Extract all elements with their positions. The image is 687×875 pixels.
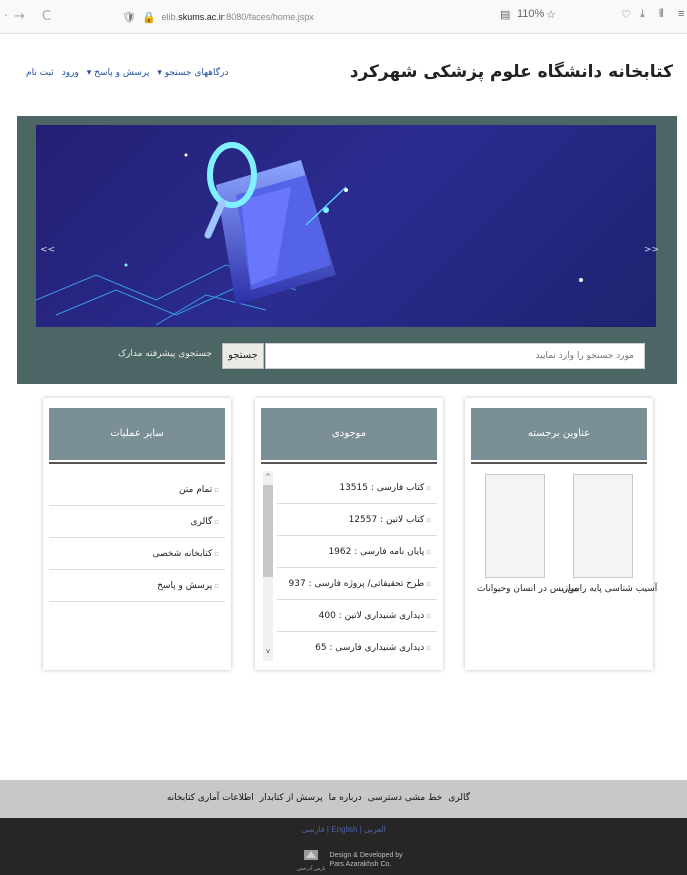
- inventory-scrollbar[interactable]: ^ v: [263, 471, 273, 661]
- bullet-icon: ▫: [214, 518, 219, 526]
- bullet-icon: ▫: [214, 486, 219, 494]
- bullet-icon: ▫: [426, 548, 431, 556]
- nav-qa[interactable]: پرسش و پاسخ ▾: [87, 68, 150, 78]
- panel-divider: [261, 462, 437, 464]
- inventory-item[interactable]: ▫پایان نامه فارسی : 1962: [277, 536, 437, 568]
- other-ops-panel: سایر عملیات ▫تمام متن ▫گالری ▫کتابخانه ش…: [43, 398, 231, 670]
- chevron-up-icon[interactable]: ^: [263, 473, 273, 481]
- bullet-icon: ▫: [426, 484, 431, 492]
- credit-line-1: Design & Developed by: [329, 852, 403, 859]
- chevron-down-icon[interactable]: v: [263, 647, 273, 655]
- panel-divider: [471, 462, 647, 464]
- advanced-search-link[interactable]: جستجوی پیشرفته مدارک: [118, 349, 212, 359]
- nav-register[interactable]: ثبت نام: [26, 68, 54, 78]
- star-icon[interactable]: ☆: [546, 8, 556, 21]
- pars-azarakhsh-logo-icon: [304, 850, 319, 860]
- library-icon[interactable]: ⫴: [659, 8, 664, 21]
- browser-toolbar: · → C 🛡 🔒 elib.skums.ac.ir:8080/faces/ho…: [0, 0, 687, 34]
- panel-divider: [49, 462, 225, 464]
- reader-icon[interactable]: ▤: [500, 8, 510, 21]
- url-host: skums.ac.ir: [178, 12, 224, 22]
- inventory-item-label: کتاب لاتین : 12557: [348, 515, 425, 525]
- bullet-icon: ▫: [214, 582, 219, 590]
- logo-text: پارس آذرخش: [297, 866, 326, 872]
- footer-link-statistics[interactable]: اطلاعات آماری کتابخانه: [167, 793, 254, 803]
- inventory-panel: موجودی ^ v ▫کتاب فارسی : 13515 ▫کتاب لات…: [255, 398, 443, 670]
- book-cover[interactable]: [485, 474, 545, 578]
- inventory-item[interactable]: ▫طرح تحقیقاتی/ پروژه فارسی : 937: [277, 568, 437, 600]
- reload-icon[interactable]: C: [42, 9, 51, 24]
- zoom-level[interactable]: 110%: [517, 8, 544, 20]
- other-op-item[interactable]: ▫تمام متن: [49, 474, 225, 506]
- developer-credit[interactable]: پارس آذرخش Design & Developed by Pars Az…: [297, 848, 403, 872]
- banner-image: [36, 125, 656, 327]
- bullet-icon: ▫: [426, 580, 431, 588]
- url-prefix: elib.: [161, 12, 179, 22]
- bullet-icon: ▫: [426, 516, 431, 524]
- featured-panel: عناوین برجسته آسیب شناسی پایه رابین... م…: [465, 398, 657, 670]
- inventory-panel-title: موجودی: [261, 408, 437, 460]
- nav-search-portals[interactable]: درگاههای جستجو ▾: [157, 68, 228, 78]
- footer-link-access-policy[interactable]: خط مشی دسترسی: [368, 793, 442, 803]
- address-bar[interactable]: 🛡 🔒 elib.skums.ac.ir:8080/faces/home.jsp…: [122, 8, 314, 26]
- pocket-icon[interactable]: ♡: [621, 8, 631, 21]
- other-op-item[interactable]: ▫کتابخانه شخصی: [49, 538, 225, 570]
- forward-icon[interactable]: →: [14, 9, 25, 24]
- bullet-icon: ▫: [426, 612, 431, 620]
- footer-link-about[interactable]: درباره ما: [329, 793, 362, 803]
- lock-icon: 🔒: [141, 11, 156, 24]
- other-op-label: تمام متن: [178, 485, 213, 495]
- other-ops-panel-title: سایر عملیات: [49, 408, 225, 460]
- shield-icon: 🛡: [122, 11, 136, 24]
- credit-line-2: Pars Azarakhsh Co.: [329, 861, 392, 868]
- inventory-item[interactable]: ▫کتاب فارسی : 13515: [277, 472, 437, 504]
- menu-icon[interactable]: ≡: [678, 8, 684, 20]
- inventory-item-label: پایان نامه فارسی : 1962: [328, 547, 425, 557]
- carousel-next[interactable]: >>: [644, 245, 659, 255]
- book-cover[interactable]: [573, 474, 633, 578]
- nav-login[interactable]: ورود: [62, 68, 79, 78]
- inventory-item-label: کتاب فارسی : 13515: [339, 483, 425, 493]
- footer-links: گالری خط مشی دسترسی درباره ما پرسش از کت…: [167, 793, 470, 803]
- scroll-thumb[interactable]: [263, 485, 273, 577]
- bullet-icon: ▫: [426, 644, 431, 652]
- carousel-prev[interactable]: <<: [40, 245, 55, 255]
- inventory-item-label: دیداری شنیداری فارسی : 65: [315, 643, 425, 653]
- download-icon[interactable]: ⤓: [640, 8, 645, 21]
- other-op-label: پرسش و پاسخ: [157, 581, 213, 591]
- language-switcher[interactable]: فارسی | English | العربی: [0, 825, 687, 834]
- footer-link-ask-librarian[interactable]: پرسش از کتابدار: [260, 793, 323, 803]
- other-op-label: کتابخانه شخصی: [152, 549, 213, 559]
- url-path: :8080/faces/home.jspx: [223, 12, 314, 22]
- inventory-item[interactable]: ▫دیداری شنیداری لاتین : 400: [277, 600, 437, 632]
- other-op-item[interactable]: ▫گالری: [49, 506, 225, 538]
- site-title: کتابخانه دانشگاه علوم پزشکی شهرکرد: [349, 62, 673, 82]
- other-op-label: گالری: [190, 517, 213, 527]
- back-icon[interactable]: ·: [4, 9, 8, 24]
- inventory-item-label: طرح تحقیقاتی/ پروژه فارسی : 937: [288, 579, 425, 589]
- book-title[interactable]: میازیس در انسان وحیوانات: [477, 584, 578, 594]
- inventory-item[interactable]: ▫دیداری شنیداری فارسی : 65: [277, 632, 437, 664]
- other-op-item[interactable]: ▫پرسش و پاسخ: [49, 570, 225, 602]
- search-button[interactable]: جستجو: [222, 343, 264, 369]
- top-nav: درگاههای جستجو ▾ پرسش و پاسخ ▾ ورود ثبت …: [26, 68, 228, 78]
- bullet-icon: ▫: [214, 550, 219, 558]
- footer-link-gallery[interactable]: گالری: [448, 793, 470, 803]
- inventory-item-label: دیداری شنیداری لاتین : 400: [318, 611, 425, 621]
- inventory-item[interactable]: ▫کتاب لاتین : 12557: [277, 504, 437, 536]
- featured-panel-title: عناوین برجسته: [471, 408, 647, 460]
- search-input[interactable]: [265, 343, 645, 369]
